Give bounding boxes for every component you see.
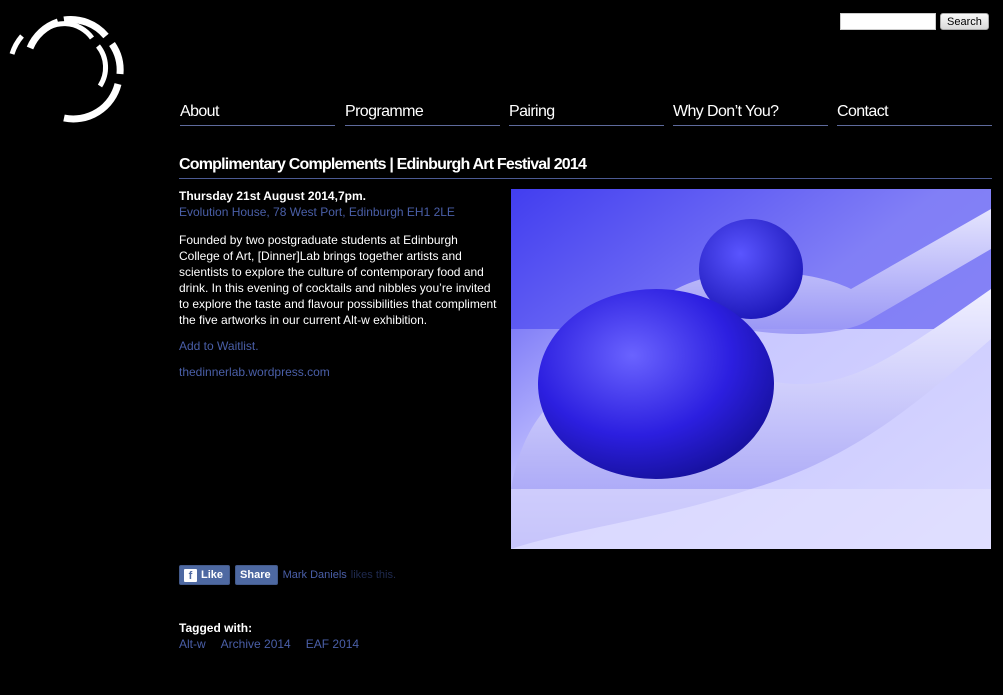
tag-alt-w[interactable]: Alt-w [179,636,206,652]
facebook-f-icon: f [184,568,197,582]
event-photo [511,189,991,549]
share-label: Share [240,569,271,581]
search-input[interactable] [840,13,936,30]
nav-why-dont-you[interactable]: Why Don’t You? [673,102,828,126]
facebook-like-button[interactable]: f Like [179,565,231,585]
tag-list: Alt-w Archive 2014 EAF 2014 [179,636,374,652]
site-logo[interactable] [8,12,130,128]
search-form: Search [840,13,989,30]
tag-archive-2014[interactable]: Archive 2014 [221,636,291,652]
main-nav: About Programme Pairing Why Don’t You? C… [180,102,992,128]
page-title: Complimentary Complements | Edinburgh Ar… [179,155,992,179]
like-label: Like [201,569,224,581]
nav-pairing[interactable]: Pairing [509,102,664,126]
nav-contact[interactable]: Contact [837,102,992,126]
nav-programme[interactable]: Programme [345,102,500,126]
add-to-waitlist-link[interactable]: Add to Waitlist. [179,338,501,354]
social-bar: f Like Share Mark Daniels likes this. [179,565,396,585]
ice-cream-spoons-image [511,189,991,549]
search-button[interactable]: Search [940,13,989,30]
facebook-share-button[interactable]: Share [235,565,278,585]
tags-section: Tagged with: Alt-w Archive 2014 EAF 2014 [179,620,374,652]
liker-name[interactable]: Mark Daniels [283,569,347,581]
event-description: Founded by two postgraduate students at … [179,233,497,327]
segmented-ring-logo-icon [9,16,124,123]
likes-suffix: likes this. [350,569,397,581]
website-link[interactable]: thedinnerlab.wordpress.com [179,364,501,380]
event-details: Thursday 21st August 2014,7pm. Evolution… [179,188,501,380]
tags-label: Tagged with: [179,621,253,635]
tag-eaf-2014[interactable]: EAF 2014 [306,636,359,652]
nav-about[interactable]: About [180,102,335,126]
event-date: Thursday 21st August 2014,7pm. [179,189,366,203]
event-venue: Evolution House, 78 West Port, Edinburgh… [179,205,455,219]
